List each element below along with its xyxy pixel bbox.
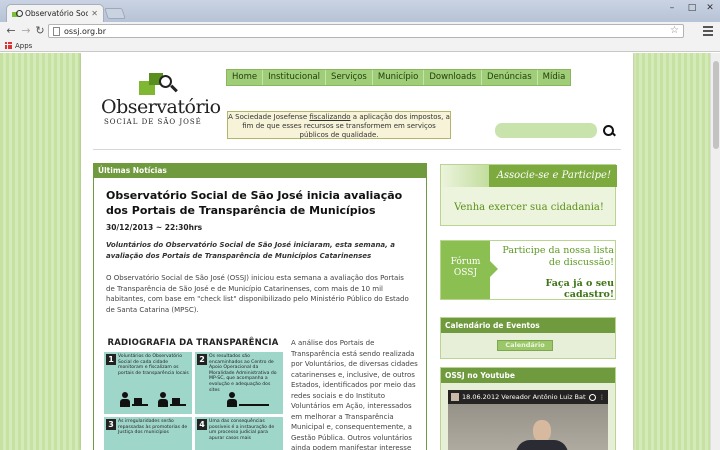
- infographic-step: 3 As irregularidades serão repassadas às…: [104, 417, 192, 450]
- news-header: Últimas Notícias: [94, 163, 426, 178]
- volunteer-icon: [118, 392, 132, 412]
- header-divider: [93, 149, 621, 150]
- nav-downloads[interactable]: Downloads: [424, 70, 483, 85]
- nav-municipio[interactable]: Município: [373, 70, 425, 85]
- news-side-text: A análise dos Portais de Transparência e…: [291, 339, 418, 450]
- infographic-title: RADIOGRAFIA DA TRANSPARÊNCIA: [107, 338, 279, 348]
- step-number: 3: [106, 419, 116, 430]
- nav-midia[interactable]: Mídia: [538, 70, 571, 85]
- forum-text: Participe da nossa lista de discussão!: [502, 245, 614, 268]
- desk-icon: [239, 404, 269, 412]
- nav-institucional[interactable]: Institucional: [263, 70, 327, 85]
- minimize-icon[interactable]: –: [664, 2, 680, 14]
- volunteer-icon: [156, 392, 170, 412]
- reload-icon[interactable]: ↻: [34, 25, 46, 37]
- infographic-step: 1 Voluntários do Observatório Social de …: [104, 352, 192, 414]
- logo-title: Observatório: [101, 96, 221, 118]
- window-close-icon[interactable]: ✕: [702, 2, 718, 14]
- tab-title: Observatório Social de São: [25, 9, 89, 18]
- main-navigation: Home Institucional Serviços Município Do…: [226, 69, 572, 86]
- video-player[interactable]: 18.06.2012 Vereador Antônio Luiz Battist…: [448, 390, 608, 450]
- nav-servicos[interactable]: Serviços: [326, 70, 373, 85]
- page-viewport: Observatório SOCIAL DE SÃO JOSÉ Home Ins…: [0, 53, 710, 450]
- share-icon[interactable]: [589, 393, 596, 401]
- step-text: Uma das consequências possíveis é a inst…: [209, 419, 275, 441]
- search-input[interactable]: [495, 123, 597, 138]
- video-frame-suit: [516, 440, 568, 450]
- video-title[interactable]: 18.06.2012 Vereador Antônio Luiz Battist: [462, 393, 586, 401]
- site-container: Observatório SOCIAL DE SÃO JOSÉ Home Ins…: [81, 53, 633, 450]
- site-logo[interactable]: Observatório SOCIAL DE SÃO JOSÉ: [101, 73, 221, 133]
- site-favicon-icon: [12, 9, 23, 18]
- calendar-button[interactable]: Calendário: [497, 340, 553, 351]
- logo-subtitle: SOCIAL DE SÃO JOSÉ: [104, 118, 202, 126]
- browser-tab[interactable]: Observatório Social de São ✕: [6, 4, 104, 22]
- back-arrow-icon[interactable]: ←: [5, 25, 17, 37]
- news-lead: Voluntários do Observatório Social de Sã…: [106, 241, 395, 260]
- infographic-step: 4 Uma das consequências possíveis é a in…: [195, 417, 283, 450]
- browser-tabstrip: Observatório Social de São ✕ – □ ✕: [0, 0, 720, 22]
- events-panel: Calendário de Eventos Calendário: [440, 317, 616, 359]
- forum-cta: Faça já o seu cadastro!: [545, 278, 614, 300]
- step-number: 4: [197, 419, 207, 430]
- tagline-pre: A Sociedade Josefense: [228, 113, 310, 121]
- associe-title: Associe-se e Participe!: [489, 165, 617, 187]
- nav-denuncias[interactable]: Denúncias: [482, 70, 538, 85]
- latest-news-panel: Últimas Notícias Observatório Social de …: [93, 163, 427, 450]
- youtube-header: OSSJ no Youtube: [441, 368, 615, 383]
- more-icon[interactable]: ⋮: [599, 394, 605, 401]
- maximize-icon[interactable]: □: [684, 2, 700, 14]
- new-tab-button[interactable]: [104, 8, 126, 19]
- video-title-bar: 18.06.2012 Vereador Antônio Luiz Battist…: [448, 390, 608, 404]
- step-text: Voluntários do Observatório Social de ca…: [118, 354, 189, 376]
- star-icon[interactable]: ☆: [670, 25, 679, 36]
- associe-cta: Venha exercer sua cidadania!: [454, 202, 604, 213]
- page-icon: [53, 26, 60, 36]
- step-text: As irregularidades serão repassadas às p…: [118, 419, 188, 436]
- nav-home[interactable]: Home: [227, 70, 264, 85]
- url-text[interactable]: ossj.org.br: [64, 27, 106, 36]
- step-number: 1: [106, 354, 116, 365]
- page-scrollbar[interactable]: [710, 53, 720, 450]
- video-frame-person: [533, 420, 551, 442]
- apps-grid-icon[interactable]: [5, 42, 12, 49]
- address-bar[interactable]: ossj.org.br ☆: [48, 24, 684, 38]
- desk-icon: [170, 404, 186, 412]
- site-tagline: A Sociedade Josefense fiscalizando a apl…: [227, 111, 451, 139]
- events-header: Calendário de Eventos: [441, 318, 615, 333]
- forum-badge: Fórum OSSJ: [441, 241, 498, 299]
- step-text: Os resultados são encaminhados ao Centro…: [209, 354, 277, 393]
- official-icon: [225, 392, 239, 412]
- bookmark-apps[interactable]: Apps: [15, 42, 32, 50]
- youtube-panel: OSSJ no Youtube 18.06.2012 Vereador Antô…: [440, 367, 616, 450]
- news-paragraph: O Observatório Social de São José (OSSJ)…: [106, 274, 409, 314]
- site-search: [495, 123, 615, 138]
- close-icon[interactable]: ✕: [91, 9, 98, 18]
- menu-icon[interactable]: [702, 25, 714, 37]
- search-icon[interactable]: [603, 124, 615, 137]
- scrollbar-thumb[interactable]: [713, 61, 719, 149]
- forward-arrow-icon[interactable]: →: [20, 25, 32, 37]
- step-number: 2: [197, 354, 207, 365]
- tagline-highlight: fiscalizando: [309, 113, 351, 121]
- desk-icon: [132, 404, 148, 412]
- browser-toolbar: ← → ↻ ossj.org.br ☆: [0, 22, 720, 40]
- forum-banner[interactable]: Fórum OSSJ Participe da nossa lista de d…: [440, 240, 616, 300]
- news-date: 30/12/2013 ~ 22:30hrs: [106, 223, 203, 232]
- associe-banner[interactable]: Associe-se e Participe! Venha exercer su…: [440, 164, 617, 226]
- channel-avatar[interactable]: [451, 393, 459, 401]
- infographic-step: 2 Os resultados são encaminhados ao Cent…: [195, 352, 283, 414]
- news-headline[interactable]: Observatório Social de São José inicia a…: [106, 188, 414, 218]
- bookmarks-bar: Apps: [0, 40, 720, 52]
- transparency-infographic: RADIOGRAFIA DA TRANSPARÊNCIA 1 Voluntári…: [104, 338, 283, 450]
